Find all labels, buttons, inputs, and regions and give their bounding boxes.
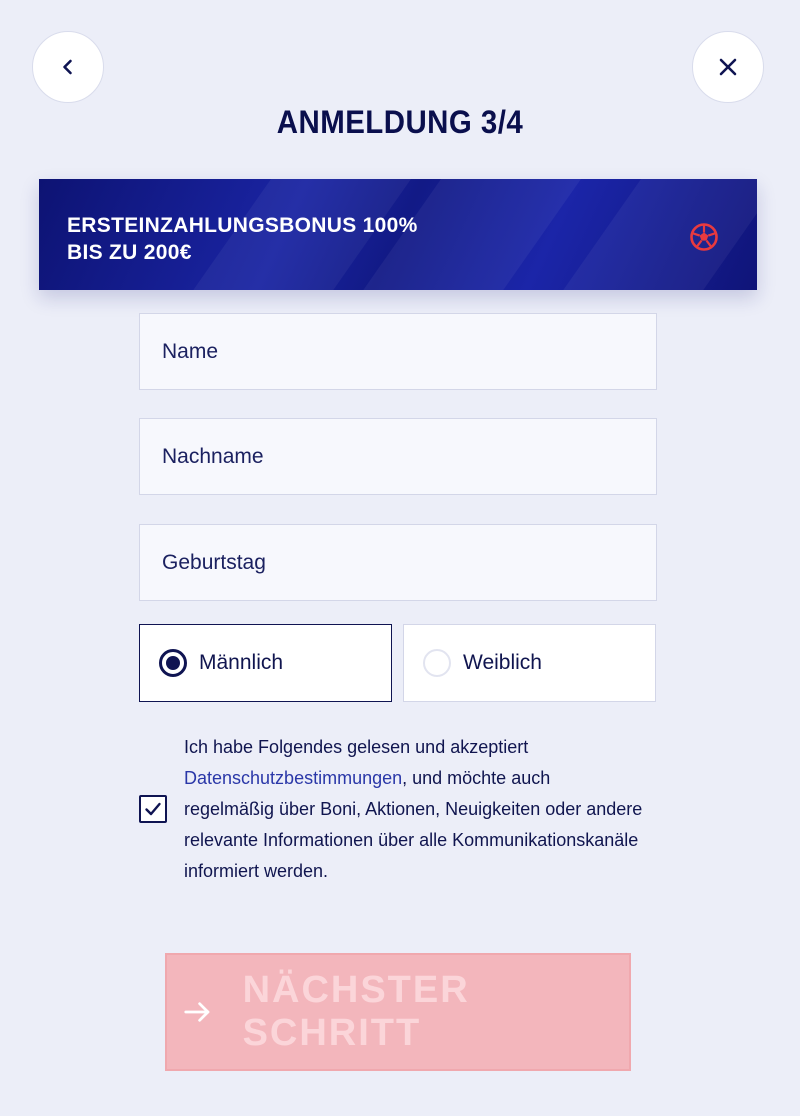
- next-step-label: NÄCHSTER SCHRITT: [242, 969, 470, 1054]
- surname-field[interactable]: Nachname: [139, 418, 657, 495]
- privacy-policy-link[interactable]: Datenschutzbestimmungen: [184, 768, 402, 788]
- gender-option-female[interactable]: Weiblich: [403, 624, 656, 702]
- close-icon: [719, 58, 737, 76]
- arrow-right-icon: [184, 1002, 210, 1022]
- consent-checkbox[interactable]: [139, 795, 167, 823]
- close-button[interactable]: [692, 31, 764, 103]
- football-icon: [690, 223, 718, 251]
- bonus-banner: ERSTEINZAHLUNGSBONUS 100% BIS ZU 200€: [39, 179, 757, 290]
- gender-label-male: Männlich: [199, 651, 284, 674]
- bonus-text: ERSTEINZAHLUNGSBONUS 100% BIS ZU 200€: [67, 212, 418, 266]
- birthday-placeholder: Geburtstag: [162, 550, 266, 574]
- gender-label-female: Weiblich: [463, 651, 542, 674]
- consent-text-before: Ich habe Folgendes gelesen und akzeptier…: [184, 737, 529, 757]
- page-title: ANMELDUNG 3/4: [276, 104, 524, 140]
- consent-text: Ich habe Folgendes gelesen und akzeptier…: [184, 732, 644, 887]
- next-step-button[interactable]: NÄCHSTER SCHRITT: [165, 953, 631, 1071]
- chevron-left-icon: [63, 59, 72, 75]
- name-field[interactable]: Name: [139, 313, 657, 390]
- radio-selected-icon: [159, 649, 187, 677]
- bonus-line-2: BIS ZU 200€: [67, 241, 192, 264]
- name-placeholder: Name: [162, 339, 219, 363]
- gender-option-male[interactable]: Männlich: [139, 624, 392, 702]
- back-button[interactable]: [32, 31, 104, 103]
- bonus-line-1: ERSTEINZAHLUNGSBONUS 100%: [67, 214, 418, 237]
- surname-placeholder: Nachname: [162, 444, 264, 468]
- radio-unselected-icon: [423, 649, 451, 677]
- checkmark-icon: [145, 802, 161, 816]
- birthday-field[interactable]: Geburtstag: [139, 524, 657, 601]
